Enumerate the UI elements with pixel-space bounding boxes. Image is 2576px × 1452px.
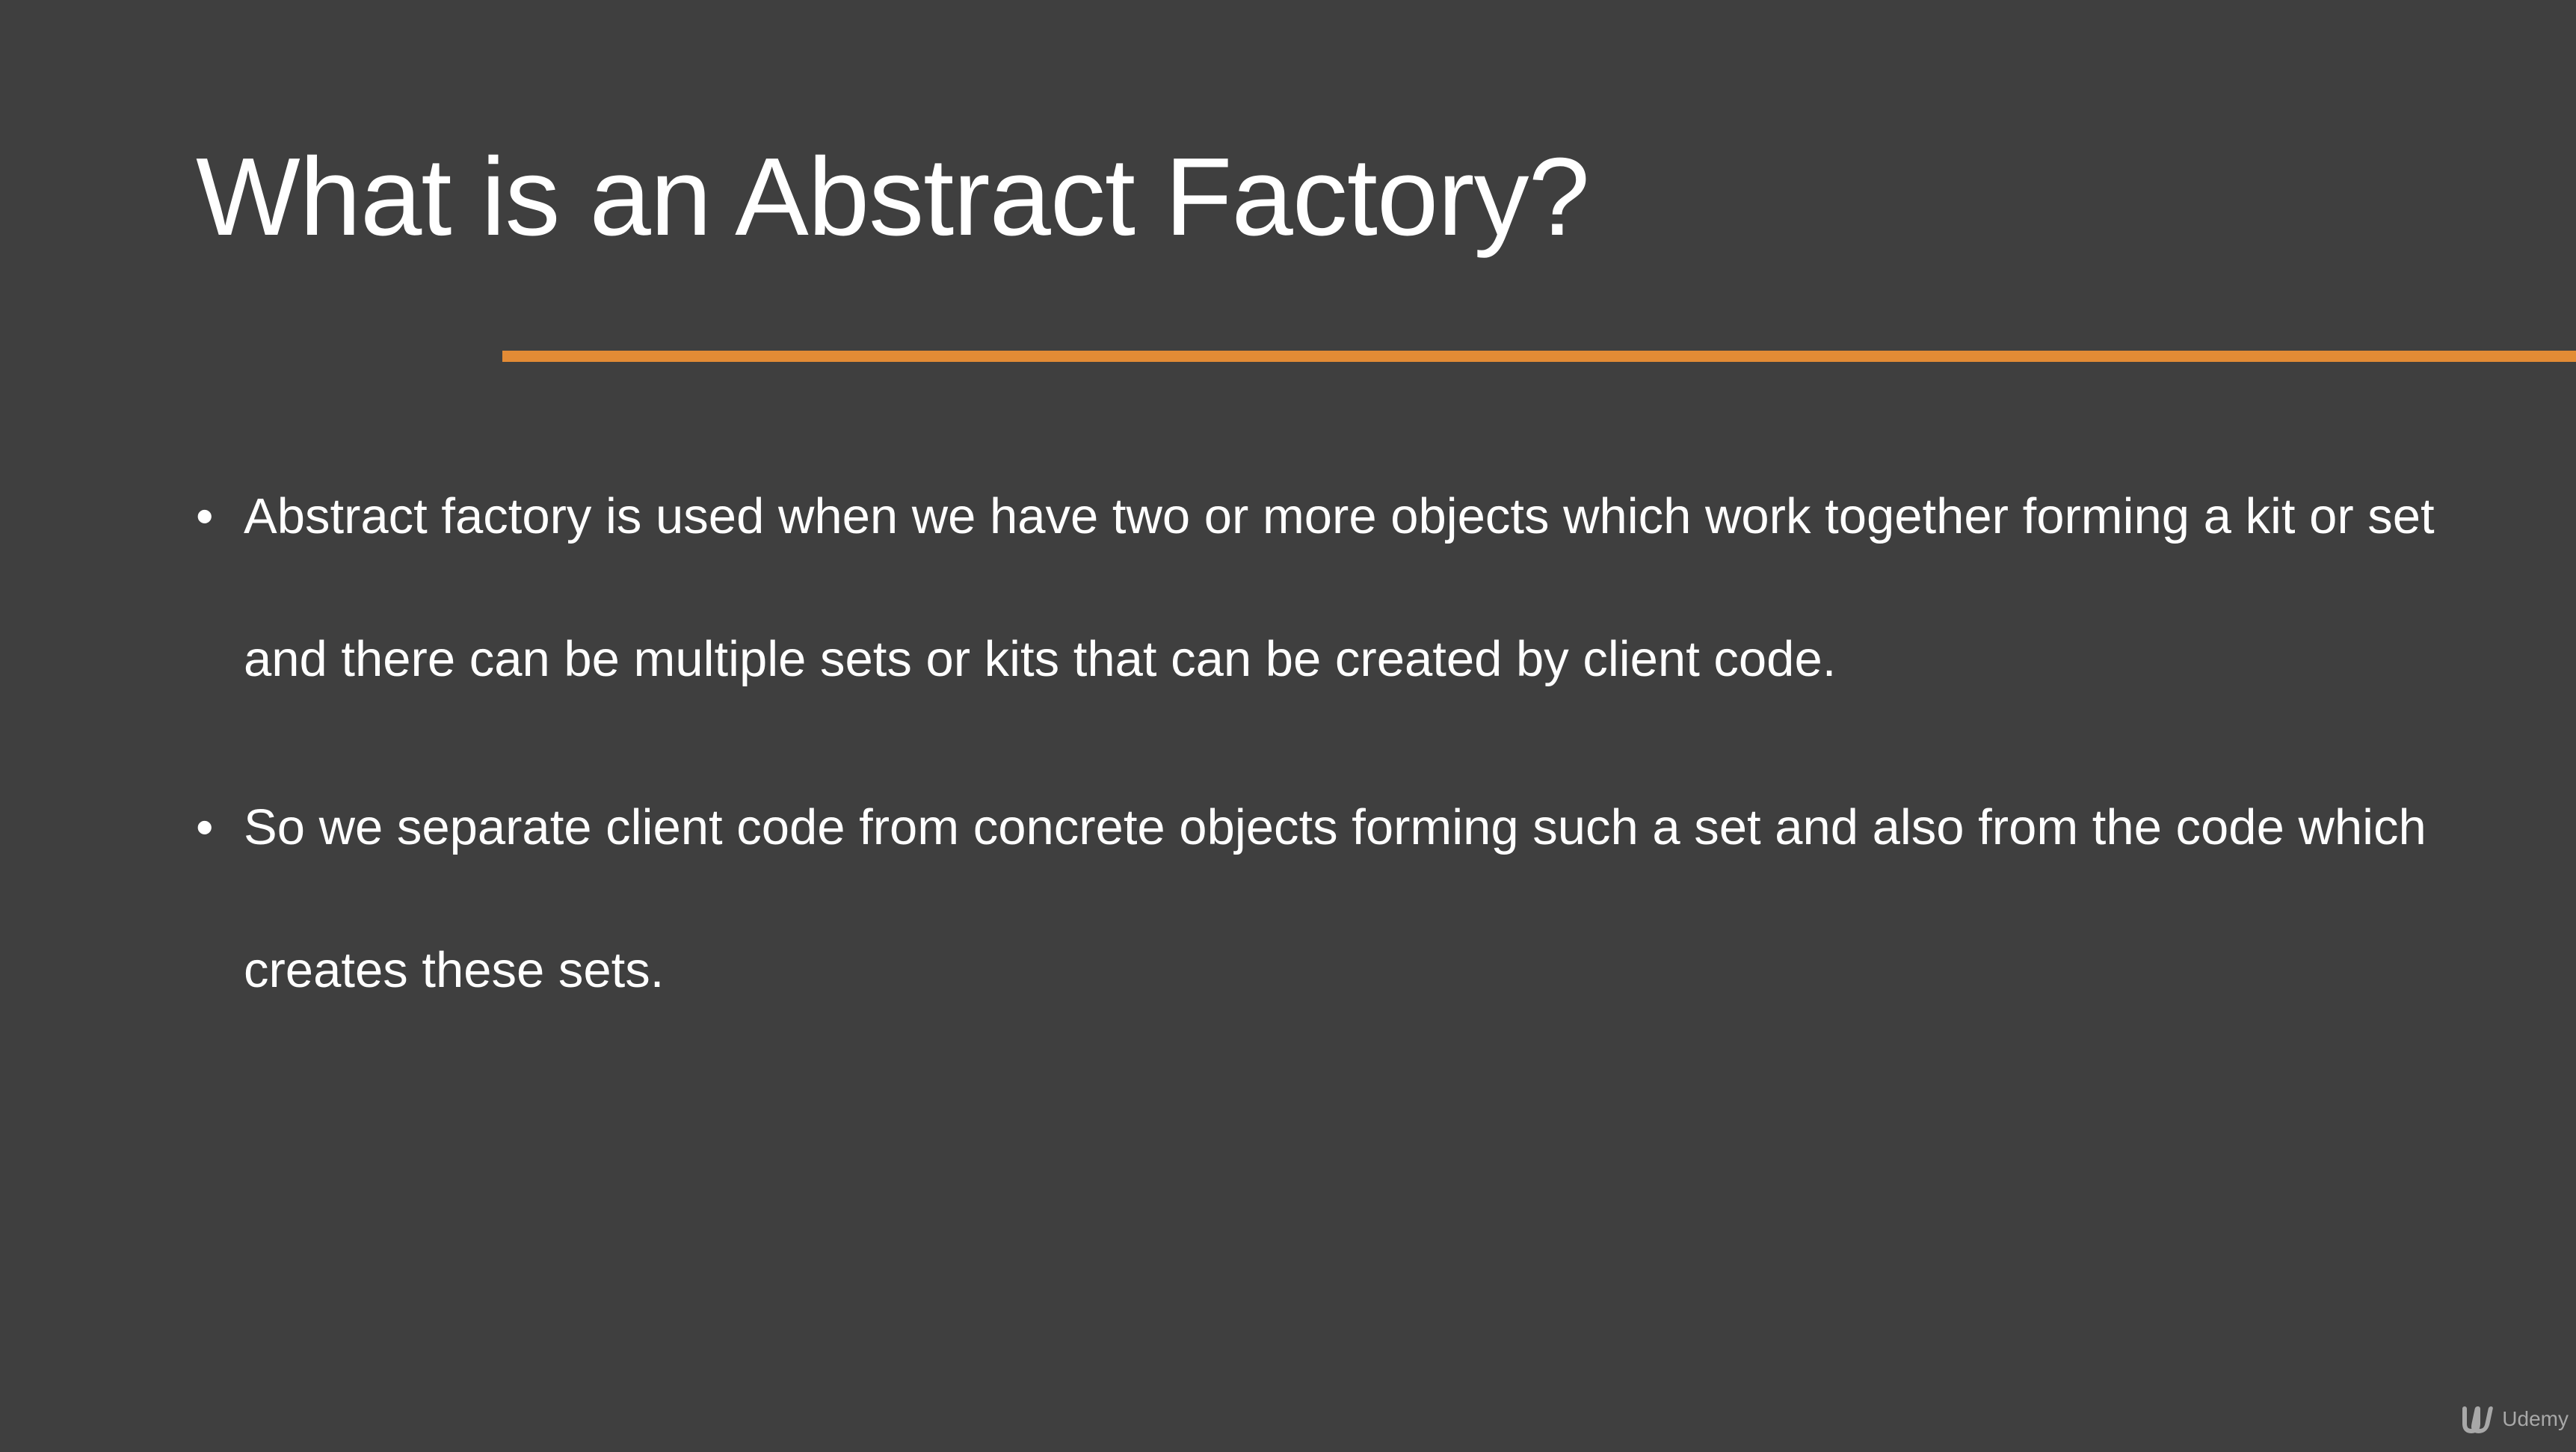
title-accent-rule xyxy=(502,351,2576,362)
bullet-item: • So we separate client code from concre… xyxy=(196,756,2438,1042)
brand-name: Udemy xyxy=(2502,1407,2569,1430)
bullet-text: Abstract factory is used when we have tw… xyxy=(244,488,2435,687)
udemy-watermark: Udemy xyxy=(2460,1404,2569,1434)
bullet-list: • Abstract factory is used when we have … xyxy=(196,445,2438,1067)
udemy-logo-icon xyxy=(2462,1406,2494,1434)
bullet-item: • Abstract factory is used when we have … xyxy=(196,445,2438,730)
bullet-text: So we separate client code from concrete… xyxy=(244,799,2426,998)
slide-title: What is an Abstract Factory? xyxy=(196,135,1590,259)
bullet-dot-icon: • xyxy=(196,488,214,544)
bullet-dot-icon: • xyxy=(196,799,214,855)
